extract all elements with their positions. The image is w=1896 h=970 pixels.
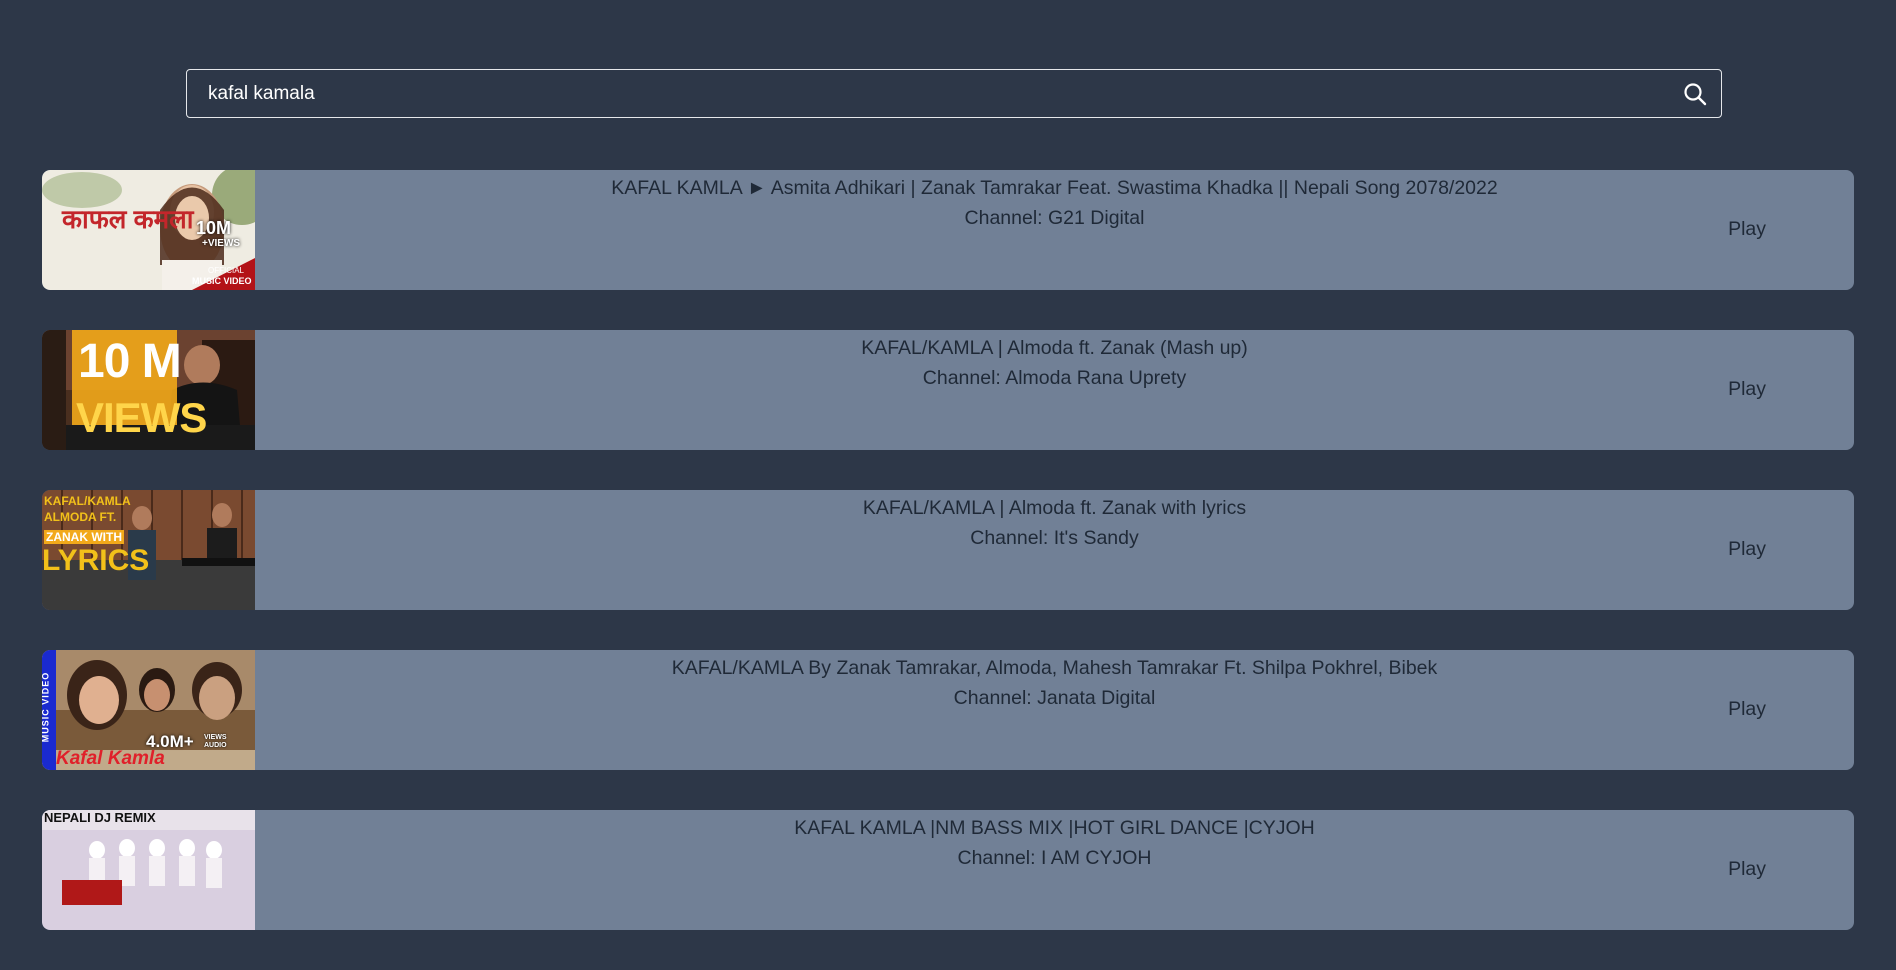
channel-line: Channel: Almoda Rana Uprety (255, 363, 1854, 393)
channel-name: Janata Digital (1037, 687, 1156, 709)
channel-name: It's Sandy (1053, 527, 1139, 549)
result-card[interactable]: NEPALI DJ REMIX KAFAL KAMLA |NM BASS MIX… (42, 810, 1854, 930)
results-list: काफल कमला 10M +VIEWS OFFICIAL MUSIC VIDE… (42, 170, 1854, 970)
search-icon (1684, 83, 1707, 106)
thumb-tag2: MUSIC VIDEO (192, 276, 252, 286)
channel-name: Almoda Rana Uprety (1005, 367, 1187, 389)
channel-prefix: Channel: (953, 687, 1038, 709)
video-thumbnail[interactable]: MUSIC VIDEO 4.0M+ VIEWS AUDIO Kafal Kaml… (42, 650, 255, 770)
video-title: KAFAL/KAMLA By Zanak Tamrakar, Almoda, M… (671, 657, 1438, 679)
thumb-side-text: MUSIC VIDEO (42, 671, 51, 743)
thumb-views-small: +VIEWS (202, 238, 241, 249)
video-info: KAFAL KAMLA |NM BASS MIX |HOT GIRL DANCE… (255, 810, 1854, 873)
video-info: KAFAL/KAMLA | Almoda ft. Zanak with lyri… (255, 490, 1854, 553)
video-info: KAFAL KAMLA ► Asmita Adhikari | Zanak Ta… (255, 170, 1854, 233)
thumb-line4: LYRICS (42, 544, 150, 577)
video-thumbnail[interactable]: 10 M VIEWS (42, 330, 255, 450)
video-info: KAFAL/KAMLA | Almoda ft. Zanak (Mash up)… (255, 330, 1854, 393)
thumb-name-text: Kafal Kamla (56, 748, 165, 769)
video-info: KAFAL/KAMLA By Zanak Tamrakar, Almoda, M… (255, 650, 1854, 713)
result-card[interactable]: 10 M VIEWS KAFAL/KAMLA | Almoda ft. Zana… (42, 330, 1854, 450)
result-card[interactable]: KAFAL/KAMLA ALMODA FT. ZANAK WITH LYRICS… (42, 490, 1854, 610)
channel-line: Channel: Janata Digital (255, 683, 1854, 713)
thumb-views-text: 10M (196, 218, 232, 238)
thumb-views-small: VIEWS AUDIO (204, 734, 227, 749)
channel-line: Channel: G21 Digital (255, 203, 1854, 233)
thumb-line2: ALMODA FT. (44, 510, 117, 524)
channel-prefix: Channel: (957, 847, 1041, 869)
thumb-line1: 10 M (78, 335, 182, 388)
video-thumbnail[interactable]: काफल कमला 10M +VIEWS OFFICIAL MUSIC VIDE… (42, 170, 255, 290)
channel-line: Channel: I AM CYJOH (255, 843, 1854, 873)
thumbnail-image (42, 810, 255, 930)
video-thumbnail[interactable]: NEPALI DJ REMIX (42, 810, 255, 930)
thumb-line3: ZANAK WITH (44, 530, 124, 544)
play-button[interactable]: Play (1728, 378, 1766, 401)
channel-line: Channel: It's Sandy (255, 523, 1854, 553)
search-input[interactable] (187, 70, 1667, 117)
play-button[interactable]: Play (1728, 698, 1766, 721)
play-button[interactable]: Play (1728, 858, 1766, 881)
play-button[interactable]: Play (1728, 538, 1766, 561)
thumb-line1: NEPALI DJ REMIX (44, 810, 156, 825)
result-card[interactable]: MUSIC VIDEO 4.0M+ VIEWS AUDIO Kafal Kaml… (42, 650, 1854, 770)
channel-name: G21 Digital (1048, 207, 1145, 229)
channel-name: I AM CYJOH (1040, 847, 1152, 869)
video-title: KAFAL/KAMLA | Almoda ft. Zanak with lyri… (862, 497, 1247, 519)
search-button[interactable] (1681, 80, 1709, 108)
video-title: KAFAL/KAMLA | Almoda ft. Zanak (Mash up) (861, 337, 1248, 359)
channel-prefix: Channel: (970, 527, 1054, 549)
result-card[interactable]: काफल कमला 10M +VIEWS OFFICIAL MUSIC VIDE… (42, 170, 1854, 290)
video-title: KAFAL KAMLA |NM BASS MIX |HOT GIRL DANCE… (794, 817, 1315, 839)
search-bar (186, 69, 1722, 118)
video-thumbnail[interactable]: KAFAL/KAMLA ALMODA FT. ZANAK WITH LYRICS (42, 490, 255, 610)
play-button[interactable]: Play (1728, 218, 1766, 241)
thumb-script-text: काफल कमला (62, 204, 194, 234)
channel-prefix: Channel: (964, 207, 1048, 229)
channel-prefix: Channel: (922, 367, 1006, 389)
video-title: KAFAL KAMLA ► Asmita Adhikari | Zanak Ta… (611, 177, 1498, 199)
thumb-line1: KAFAL/KAMLA (44, 494, 131, 508)
thumb-line2: VIEWS (76, 394, 207, 441)
thumb-tag1: OFFICIAL (208, 266, 245, 275)
